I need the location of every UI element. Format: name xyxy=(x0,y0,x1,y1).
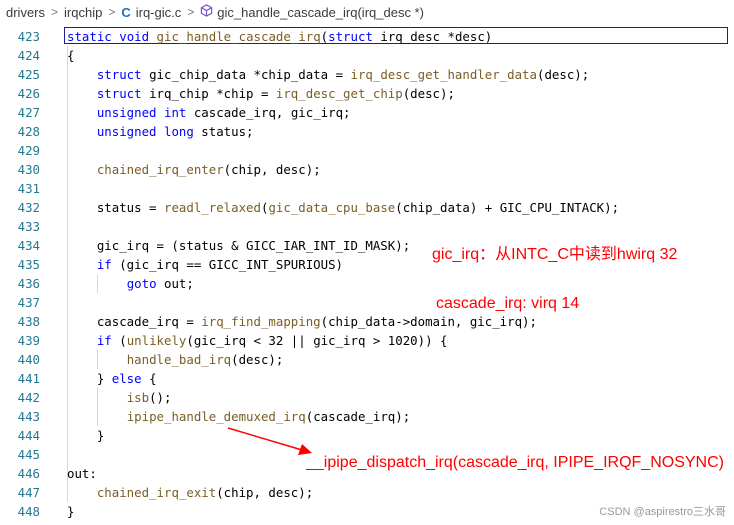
line-number: 425 xyxy=(17,67,40,82)
chevron-right-icon: > xyxy=(187,5,195,19)
breadcrumb-function[interactable]: gic_handle_cascade_irq(irq_desc *) xyxy=(217,5,424,20)
code-line: 444 } xyxy=(0,426,734,445)
code-text: chained_irq_exit(chip, desc); xyxy=(96,485,314,500)
code-text: { xyxy=(67,48,75,63)
line-number: 440 xyxy=(17,352,40,367)
code-line: 425 struct gic_chip_data *chip_data = ir… xyxy=(0,65,734,84)
code-line: 438 cascade_irq = irq_find_mapping(chip_… xyxy=(0,312,734,331)
code-line: 428 unsigned long status; xyxy=(0,122,734,141)
code-text: } else { xyxy=(67,371,157,386)
code-text: out: xyxy=(67,466,97,481)
code-text: goto out; xyxy=(126,276,194,291)
line-number: 428 xyxy=(17,124,40,139)
code-text: struct gic_chip_data *chip_data = irq_de… xyxy=(96,67,590,82)
chevron-right-icon: > xyxy=(51,5,59,19)
line-number: 439 xyxy=(17,333,40,348)
code-text: handle_bad_irq(desc); xyxy=(126,352,284,367)
code-text: gic_irq = (status & GICC_IAR_INT_ID_MASK… xyxy=(67,238,411,253)
line-number: 426 xyxy=(17,86,40,101)
line-number: 446 xyxy=(17,466,40,481)
line-number: 433 xyxy=(17,219,40,234)
code-line: 439 if (unlikely(gic_irq < 32 || gic_irq… xyxy=(0,331,734,350)
code-line: 440 handle_bad_irq(desc); xyxy=(0,350,734,369)
line-number: 435 xyxy=(17,257,40,272)
code-text: struct irq_chip *chip = irq_desc_get_chi… xyxy=(96,86,455,101)
code-line: 436 goto out; xyxy=(0,274,734,293)
annotation-gic-irq: gic_irq：从INTC_C中读到hwirq 32 xyxy=(432,246,678,263)
breadcrumb-irqchip[interactable]: irqchip xyxy=(64,5,102,20)
line-number: 438 xyxy=(17,314,40,329)
breadcrumb: drivers > irqchip > C irq-gic.c > gic_ha… xyxy=(0,0,734,24)
code-line: 424 { xyxy=(0,46,734,65)
line-number: 424 xyxy=(17,48,40,63)
code-text: ipipe_handle_demuxed_irq(cascade_irq); xyxy=(126,409,411,424)
symbol-method-icon xyxy=(200,4,213,20)
code-text: if (unlikely(gic_irq < 32 || gic_irq > 1… xyxy=(96,333,448,348)
code-text: chained_irq_enter(chip, desc); xyxy=(96,162,321,177)
code-line: 441 } else { xyxy=(0,369,734,388)
code-text: unsigned long status; xyxy=(96,124,254,139)
breadcrumb-drivers[interactable]: drivers xyxy=(6,5,45,20)
line-number: 448 xyxy=(17,504,40,519)
watermark: CSDN @aspirestro三水哥 xyxy=(599,506,726,518)
code-line: 432 status = readl_relaxed(gic_data_cpu_… xyxy=(0,198,734,217)
line-number: 427 xyxy=(17,105,40,120)
code-line: 430 chained_irq_enter(chip, desc); xyxy=(0,160,734,179)
code-text: } xyxy=(67,428,105,443)
line-number: 434 xyxy=(17,238,40,253)
code-text: static void gic_handle_cascade_irq(struc… xyxy=(67,29,493,44)
line-number: 447 xyxy=(17,485,40,500)
code-line: 426 struct irq_chip *chip = irq_desc_get… xyxy=(0,84,734,103)
line-number: 429 xyxy=(17,143,40,158)
code-line: 443 ipipe_handle_demuxed_irq(cascade_irq… xyxy=(0,407,734,426)
code-text: } xyxy=(67,504,75,519)
code-text: status = readl_relaxed(gic_data_cpu_base… xyxy=(67,200,620,215)
code-text: cascade_irq = irq_find_mapping(chip_data… xyxy=(67,314,537,329)
line-number: 444 xyxy=(17,428,40,443)
code-line: 433 xyxy=(0,217,734,236)
code-line: 427 unsigned int cascade_irq, gic_irq; xyxy=(0,103,734,122)
line-number: 423 xyxy=(17,29,40,44)
code-text: isb(); xyxy=(126,390,172,405)
annotation-dispatch: __ipipe_dispatch_irq(cascade_irq, IPIPE_… xyxy=(306,454,724,471)
code-editor[interactable]: 423 static void gic_handle_cascade_irq(st… xyxy=(0,27,734,525)
code-line: 429 xyxy=(0,141,734,160)
line-number: 432 xyxy=(17,200,40,215)
annotation-cascade-irq: cascade_irq: virq 14 xyxy=(436,295,580,312)
c-file-icon: C xyxy=(121,4,131,20)
code-line: 442 isb(); xyxy=(0,388,734,407)
code-line: 447 chained_irq_exit(chip, desc); xyxy=(0,483,734,502)
code-line: 431 xyxy=(0,179,734,198)
code-text: if (gic_irq == GICC_INT_SPURIOUS) xyxy=(96,257,344,272)
line-number: 436 xyxy=(17,276,40,291)
line-number: 437 xyxy=(17,295,40,310)
code-line: 437 xyxy=(0,293,734,312)
line-number: 443 xyxy=(17,409,40,424)
code-text: unsigned int cascade_irq, gic_irq; xyxy=(96,105,351,120)
line-number: 445 xyxy=(17,447,40,462)
line-number: 430 xyxy=(17,162,40,177)
line-number: 431 xyxy=(17,181,40,196)
line-number: 441 xyxy=(17,371,40,386)
chevron-right-icon: > xyxy=(108,5,116,19)
line-number: 442 xyxy=(17,390,40,405)
code-line: 423 static void gic_handle_cascade_irq(st… xyxy=(0,27,734,46)
breadcrumb-file[interactable]: irq-gic.c xyxy=(136,5,182,20)
